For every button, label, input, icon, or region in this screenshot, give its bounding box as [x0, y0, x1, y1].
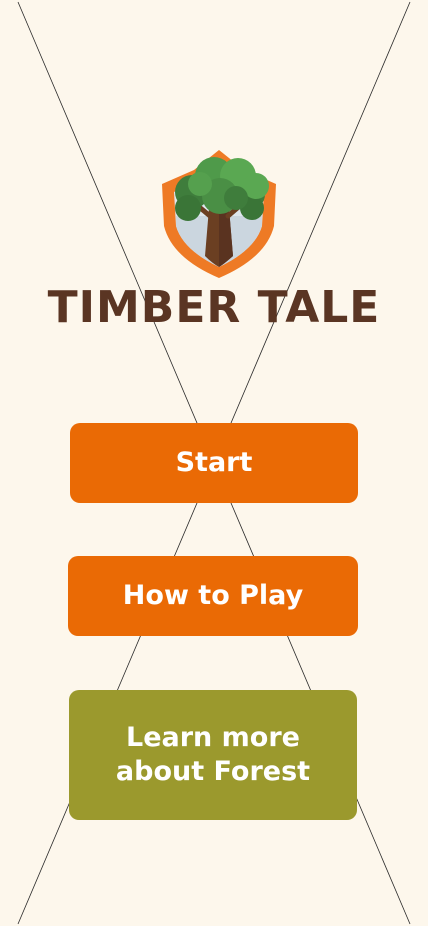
learn-more-button[interactable]: Learn more about Forest — [69, 690, 357, 820]
start-button[interactable]: Start — [70, 423, 358, 503]
tree-shield-icon — [162, 150, 276, 278]
how-to-play-button[interactable]: How to Play — [68, 556, 358, 636]
game-title: TIMBER TALE — [47, 282, 381, 333]
